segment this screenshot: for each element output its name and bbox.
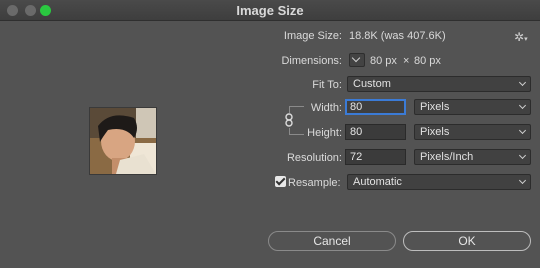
resolution-unit-value: Pixels/Inch xyxy=(420,151,474,163)
height-input[interactable]: 80 xyxy=(345,124,406,140)
window-title: Image Size xyxy=(236,3,304,18)
image-size-label: Image Size: xyxy=(283,30,342,42)
fit-to-value: Custom xyxy=(353,78,391,90)
width-label: Width: xyxy=(310,102,342,114)
gear-icon[interactable]: ✲▾ xyxy=(514,30,528,44)
resolution-label: Resolution: xyxy=(286,152,342,164)
fit-to-label: Fit To: xyxy=(312,79,342,91)
dimensions-height: 80 px xyxy=(414,55,441,67)
chevron-down-icon xyxy=(518,78,527,87)
fit-to-select[interactable]: Custom xyxy=(347,76,531,92)
image-size-value: 18.8K (was 407.6K) xyxy=(349,30,446,42)
resample-checkbox[interactable] xyxy=(275,176,286,187)
dimensions-times: × xyxy=(403,55,410,67)
width-unit-value: Pixels xyxy=(420,101,450,113)
width-input[interactable]: 80 xyxy=(345,99,406,115)
image-preview xyxy=(89,107,157,175)
width-unit-select[interactable]: Pixels xyxy=(414,99,531,115)
cancel-button[interactable]: Cancel xyxy=(268,231,396,251)
resample-select[interactable]: Automatic xyxy=(347,174,531,190)
resample-value: Automatic xyxy=(353,176,402,188)
height-unit-select[interactable]: Pixels xyxy=(414,124,531,140)
link-icon[interactable] xyxy=(284,113,294,127)
height-label: Height: xyxy=(307,127,342,139)
ok-button[interactable]: OK xyxy=(403,231,531,251)
resolution-input[interactable]: 72 xyxy=(345,149,406,165)
title-bar: Image Size xyxy=(0,0,540,21)
chevron-down-icon xyxy=(518,126,527,135)
chevron-down-icon xyxy=(518,176,527,185)
height-unit-value: Pixels xyxy=(420,126,450,138)
chevron-down-icon xyxy=(518,101,527,110)
resample-label: Resample: xyxy=(288,177,341,189)
chevron-down-icon[interactable] xyxy=(349,53,365,67)
dimensions-label: Dimensions: xyxy=(281,55,342,67)
dimensions-width: 80 px xyxy=(370,55,397,67)
resolution-unit-select[interactable]: Pixels/Inch xyxy=(414,149,531,165)
chevron-down-icon xyxy=(518,151,527,160)
